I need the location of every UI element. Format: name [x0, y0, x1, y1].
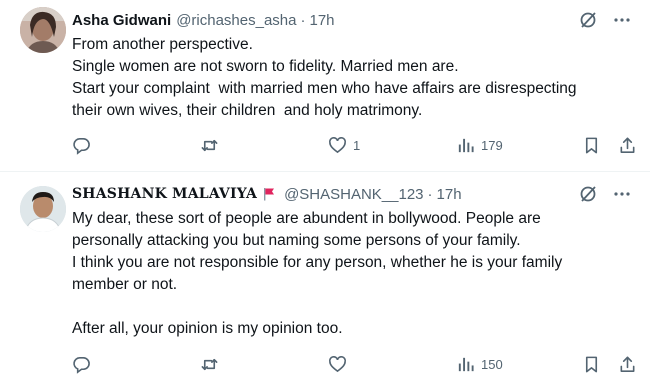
- retweet-button[interactable]: [200, 133, 219, 157]
- views-button[interactable]: 150: [456, 352, 503, 376]
- more-icon[interactable]: [612, 10, 632, 30]
- share-button[interactable]: [618, 352, 637, 376]
- grok-icon[interactable]: [578, 10, 598, 30]
- separator-dot: ·: [300, 11, 306, 29]
- reply-icon: [73, 356, 90, 374]
- tweet[interactable]: Asha Gidwani @richashes_asha · 17h From …: [0, 0, 650, 172]
- bookmark-button[interactable]: [582, 352, 601, 376]
- tweet-tools: [578, 10, 632, 30]
- tweet-text-line: [72, 296, 632, 318]
- view-count: 179: [481, 137, 503, 153]
- reply-icon: [73, 137, 90, 155]
- tweet[interactable]: SHASHANK MALAVIYA @SHASHANK__123 · 17h M…: [0, 172, 650, 374]
- bookmark-button[interactable]: [582, 133, 601, 157]
- views-button[interactable]: 179: [456, 133, 503, 157]
- like-button[interactable]: 1: [328, 133, 360, 157]
- tweet-text-line: From another perspective.: [72, 36, 253, 53]
- share-button[interactable]: [618, 133, 637, 157]
- bookmark-icon: [585, 356, 598, 372]
- tweet-text-line: I think you are not responsible for any …: [72, 254, 563, 271]
- retweet-icon: [201, 139, 218, 151]
- more-icon[interactable]: [612, 184, 632, 204]
- views-icon: [458, 357, 474, 371]
- views-icon: [458, 138, 474, 152]
- like-button[interactable]: [328, 352, 353, 376]
- tweet-text-line: After all, your opinion is my opinion to…: [72, 320, 343, 337]
- reply-button[interactable]: [72, 133, 91, 157]
- action-bar: 1 179: [72, 133, 642, 157]
- tweet-tools: [578, 184, 632, 204]
- timestamp[interactable]: 17h: [437, 186, 462, 203]
- author-handle[interactable]: @richashes_asha: [176, 12, 296, 29]
- tweet-text-line: personally attacking you but naming some…: [72, 232, 521, 249]
- author-handle[interactable]: @SHASHANK__123: [284, 186, 423, 203]
- author-name[interactable]: Asha Gidwani: [72, 12, 171, 29]
- tweet-text: My dear, these sort of people are abunde…: [72, 208, 632, 340]
- retweet-button[interactable]: [200, 352, 219, 376]
- tweet-text-line: Start your complaint with married men wh…: [72, 80, 577, 97]
- avatar[interactable]: [20, 7, 66, 53]
- action-bar: 150: [72, 352, 642, 376]
- share-icon: [620, 137, 635, 153]
- heart-icon: [329, 355, 346, 372]
- grok-icon[interactable]: [578, 184, 598, 204]
- retweet-icon: [201, 358, 218, 370]
- like-count: 1: [353, 137, 361, 153]
- reply-button[interactable]: [72, 352, 91, 376]
- tweet-header: Asha Gidwani @richashes_asha · 17h: [72, 10, 335, 30]
- timestamp[interactable]: 17h: [309, 12, 334, 29]
- tweet-text: From another perspective. Single women a…: [72, 34, 632, 122]
- tweet-text-line: My dear, these sort of people are abunde…: [72, 210, 541, 227]
- avatar[interactable]: [20, 186, 66, 232]
- heart-icon: [329, 136, 346, 153]
- tweet-text-line: their own wives, their children and holy…: [72, 102, 423, 119]
- tweet-header: SHASHANK MALAVIYA @SHASHANK__123 · 17h: [72, 184, 462, 204]
- tweet-text-line: member or not.: [72, 276, 178, 293]
- tweet-text-line: Single women are not sworn to fidelity. …: [72, 58, 459, 75]
- bookmark-icon: [585, 137, 598, 153]
- author-name[interactable]: SHASHANK MALAVIYA: [72, 186, 257, 202]
- red-flag-icon: [264, 188, 275, 201]
- share-icon: [620, 356, 635, 372]
- view-count: 150: [481, 356, 503, 372]
- separator-dot: ·: [427, 185, 433, 203]
